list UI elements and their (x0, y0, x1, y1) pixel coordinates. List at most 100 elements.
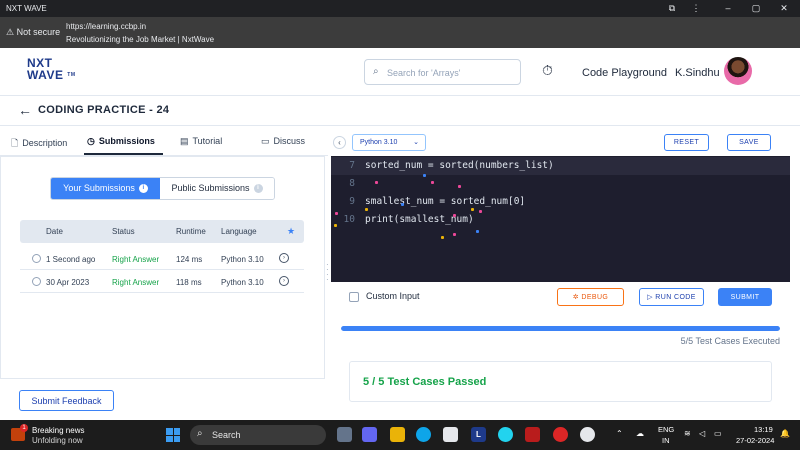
teams-icon[interactable] (362, 427, 377, 442)
test-progress-bar (341, 326, 780, 331)
cell-language: Python 3.10 (221, 278, 264, 287)
alexa-icon[interactable] (498, 427, 513, 442)
run-code-button[interactable]: ▷ RUN CODE (639, 288, 704, 306)
maximize-icon[interactable]: ▢ (748, 2, 764, 15)
toggle-label: Your Submissions (63, 183, 135, 193)
notification-badge: 1 (20, 424, 28, 432)
confetti-piece (423, 174, 426, 177)
task-view-icon[interactable] (337, 427, 352, 442)
browser-page-title: Revolutionizing the Job Market | NxtWave (66, 35, 215, 44)
nxtwave-logo[interactable]: NXT WAVE TM (27, 57, 76, 81)
submit-feedback-button[interactable]: Submit Feedback (19, 390, 114, 411)
clock-icon: ◷ (87, 136, 95, 146)
back-arrow-icon[interactable]: ← (18, 102, 32, 118)
confetti-piece (453, 214, 456, 217)
debug-button[interactable]: ✲ DEBUG (557, 288, 624, 306)
input-language[interactable]: ENG (658, 425, 674, 434)
clock-time[interactable]: 13:19 (754, 425, 773, 434)
input-region: IN (662, 436, 670, 445)
search-icon: ⌕ (373, 66, 379, 77)
address-bar[interactable]: ⚠ Not secure https://learning.ccbp.in Re… (0, 17, 800, 48)
mcafee-icon[interactable] (525, 427, 540, 442)
tab-label: Discuss (273, 136, 306, 146)
debug-label: DEBUG (581, 294, 609, 301)
speaker-icon[interactable]: ◁ (699, 429, 705, 438)
public-submissions-button[interactable]: Public Submissions i (160, 178, 274, 199)
cell-status: Right Answer (112, 255, 160, 264)
test-cases-passed: 5 / 5 Test Cases Passed (363, 376, 487, 388)
test-cases-executed: 5/5 Test Cases Executed (680, 336, 780, 346)
not-secure-indicator[interactable]: ⚠ Not secure (6, 27, 60, 38)
logo-tm: TM (67, 72, 76, 78)
save-button[interactable]: SAVE (727, 134, 771, 151)
tab-description[interactable]: 🗋 Description (11, 136, 67, 152)
reset-button[interactable]: RESET (664, 134, 709, 151)
news-title[interactable]: Breaking news (32, 426, 84, 435)
info-icon[interactable]: i (138, 184, 148, 194)
cloud-icon[interactable]: ☁ (636, 429, 644, 438)
app-l-icon[interactable]: L (471, 427, 486, 442)
column-header: Language (221, 227, 257, 236)
tab-label: Description (22, 138, 68, 148)
code-line[interactable]: 10 print(smallest_num) (331, 211, 790, 229)
edge-icon[interactable] (416, 427, 431, 442)
tab-label: Tutorial (192, 136, 223, 146)
start-icon[interactable] (166, 428, 180, 442)
windows-taskbar: 1 Breaking news Unfolding now ⌕ Search L… (0, 420, 800, 450)
line-code: sorted_num = sorted(numbers_list) (365, 160, 554, 171)
more-options-icon[interactable]: ⋮ (688, 2, 704, 15)
row-select-radio[interactable] (32, 254, 41, 263)
collapse-panel-icon[interactable]: ‹ (333, 136, 346, 149)
file-explorer-icon[interactable] (390, 427, 405, 442)
star-icon[interactable]: ★ (287, 226, 295, 237)
tab-discuss[interactable]: ▭ Discuss (261, 136, 305, 147)
store-icon[interactable] (443, 427, 458, 442)
line-number: 10 (343, 214, 355, 225)
cell-language: Python 3.10 (221, 255, 264, 264)
chevron-up-icon[interactable]: ⌃ (616, 429, 623, 438)
code-line[interactable]: 7 sorted_num = sorted(numbers_list) (331, 157, 790, 175)
tab-submissions[interactable]: ◷ Submissions (87, 136, 155, 147)
custom-input-checkbox[interactable] (349, 292, 359, 302)
your-submissions-button[interactable]: Your Submissions i (51, 178, 160, 199)
notifications-icon[interactable]: 🔔 (780, 429, 790, 438)
code-line[interactable]: 9 smallest_num = sorted_num[0] (331, 193, 790, 211)
language-select[interactable]: Python 3.10 ⌄ (352, 134, 426, 151)
confetti-piece (335, 212, 338, 215)
stopwatch-icon[interactable]: ⏱ (542, 62, 553, 79)
confetti-piece (476, 230, 479, 233)
info-icon[interactable]: i (253, 184, 263, 194)
avatar[interactable] (724, 57, 752, 85)
extension-icon[interactable]: ⧉ (664, 2, 680, 15)
table-row[interactable]: 1 Second ago Right Answer 124 ms Python … (20, 248, 304, 270)
opera-icon[interactable] (553, 427, 568, 442)
close-icon[interactable]: ✕ (776, 2, 792, 15)
code-line[interactable]: 8 (331, 175, 790, 193)
code-editor[interactable]: 7 sorted_num = sorted(numbers_list) 8 9 … (331, 156, 790, 282)
chrome-icon[interactable] (580, 427, 595, 442)
language-value: Python 3.10 (360, 139, 398, 146)
submissions-toggle: Your Submissions i Public Submissions i (50, 177, 275, 200)
minimize-icon[interactable]: – (720, 2, 736, 15)
table-row[interactable]: 30 Apr 2023 Right Answer 118 ms Python 3… (20, 271, 304, 293)
search-input[interactable] (387, 64, 517, 82)
cell-date: 1 Second ago (46, 255, 96, 264)
tab-tutorial[interactable]: ▤ Tutorial (180, 136, 222, 147)
open-submission-icon[interactable]: › (279, 276, 289, 286)
cell-date: 30 Apr 2023 (46, 278, 90, 287)
code-playground-link[interactable]: Code Playground (582, 67, 667, 79)
chat-icon: ▭ (261, 136, 270, 146)
url-text[interactable]: https://learning.ccbp.in (66, 22, 146, 31)
open-submission-icon[interactable]: › (279, 253, 289, 263)
battery-icon[interactable]: ▭ (714, 429, 722, 438)
confetti-piece (401, 203, 404, 206)
user-name[interactable]: K.Sindhu (675, 67, 720, 79)
column-header: Date (46, 227, 63, 236)
search-box[interactable]: ⌕ (364, 59, 521, 85)
taskbar-search[interactable]: ⌕ Search (190, 425, 326, 445)
panel-resize-handle[interactable]: · · · · (326, 261, 330, 284)
confetti-piece (471, 208, 474, 211)
row-select-radio[interactable] (32, 277, 41, 286)
wifi-icon[interactable]: ≋ (684, 429, 691, 438)
submit-button[interactable]: SUBMIT (718, 288, 772, 306)
